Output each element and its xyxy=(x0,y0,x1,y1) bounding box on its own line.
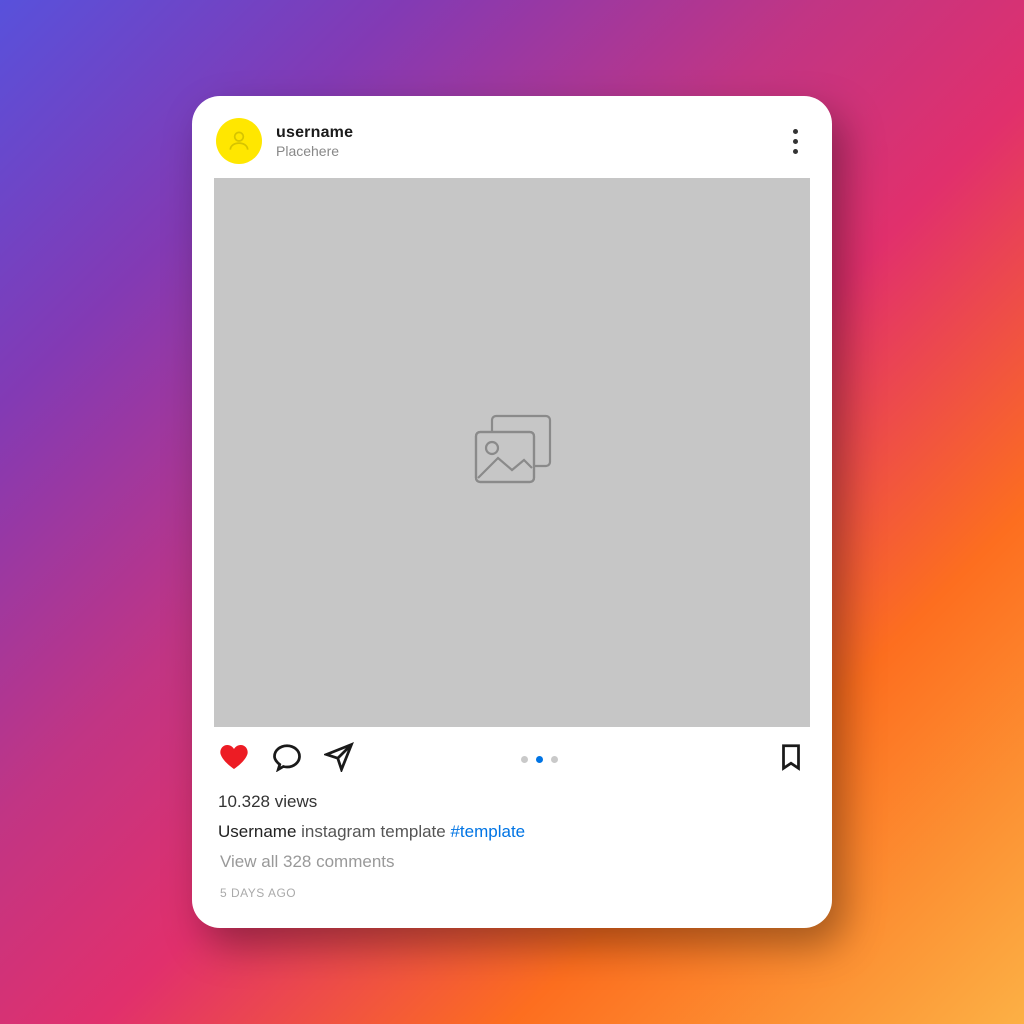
views-count: 10.328 views xyxy=(214,784,810,816)
caption-text: instagram template xyxy=(301,822,446,841)
post-media[interactable] xyxy=(214,178,810,726)
carousel-pagination[interactable] xyxy=(302,756,776,763)
speech-bubble-icon xyxy=(272,742,302,772)
image-placeholder-icon xyxy=(464,410,560,496)
pagination-dot-active xyxy=(536,756,543,763)
user-info[interactable]: username Placehere xyxy=(276,124,787,159)
post-timestamp: 5 DAYS AGO xyxy=(214,874,810,904)
username-label: username xyxy=(276,124,787,142)
caption-username[interactable]: Username xyxy=(218,822,296,841)
avatar[interactable] xyxy=(216,118,262,164)
comment-button[interactable] xyxy=(272,742,302,777)
pagination-dot xyxy=(551,756,558,763)
post-header: username Placehere xyxy=(214,116,810,178)
pagination-dot xyxy=(521,756,528,763)
post-card: username Placehere xyxy=(192,96,832,927)
heart-icon xyxy=(218,741,250,773)
more-vertical-icon xyxy=(793,129,798,134)
bookmark-icon xyxy=(776,742,806,772)
bookmark-button[interactable] xyxy=(776,742,806,777)
caption: Username instagram template #template xyxy=(214,816,810,844)
caption-hashtag[interactable]: #template xyxy=(450,822,525,841)
more-options-button[interactable] xyxy=(787,125,804,158)
location-label: Placehere xyxy=(276,143,787,159)
action-bar xyxy=(214,727,810,784)
person-icon xyxy=(226,128,252,154)
view-comments-link[interactable]: View all 328 comments xyxy=(214,844,810,874)
like-button[interactable] xyxy=(218,741,250,778)
